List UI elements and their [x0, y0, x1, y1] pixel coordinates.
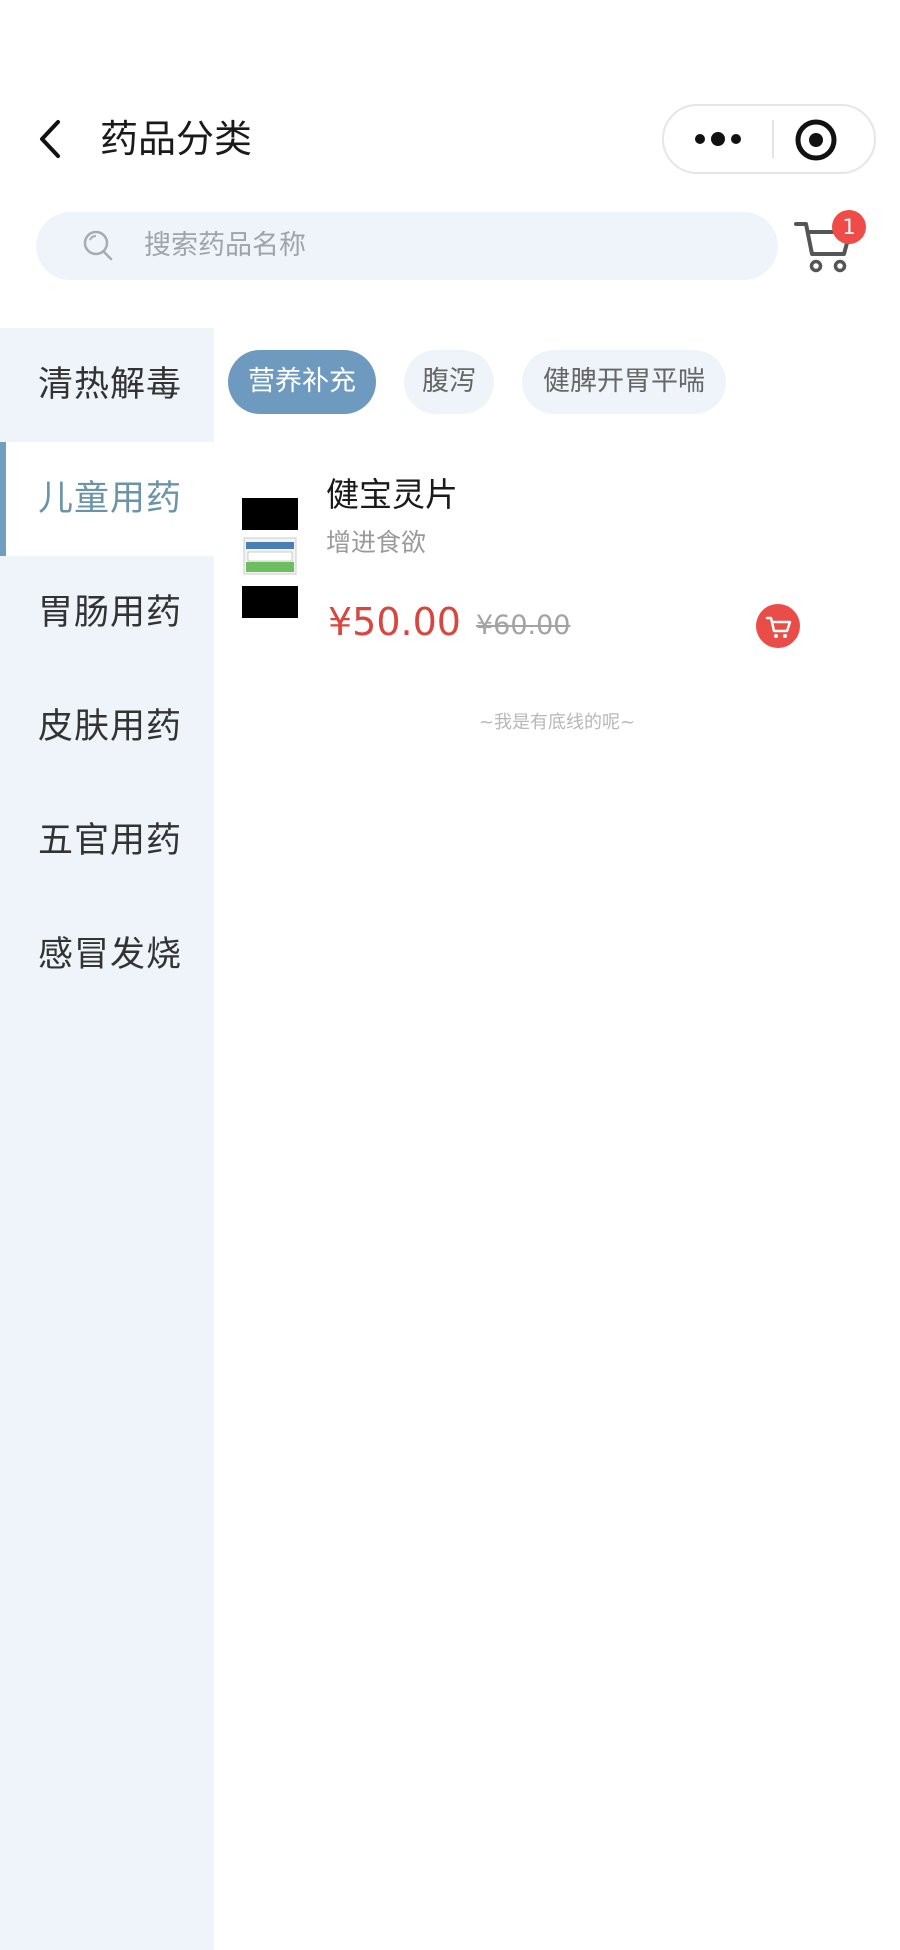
active-indicator	[0, 442, 6, 556]
product-image[interactable]	[242, 498, 298, 618]
sidebar-item-children-medicine[interactable]: 儿童用药	[0, 442, 214, 556]
target-icon[interactable]	[794, 118, 838, 162]
mini-program-capsule	[662, 104, 876, 174]
more-dots-icon[interactable]	[664, 106, 772, 172]
chip-diarrhea[interactable]: 腹泻	[404, 350, 494, 414]
sidebar-item-facial-organs[interactable]: 五官用药	[0, 784, 214, 898]
back-icon[interactable]	[30, 112, 70, 166]
cart-plus-icon	[765, 616, 792, 638]
product-name[interactable]: 健宝灵片	[326, 470, 458, 520]
search-input[interactable]: 搜索药品名称	[36, 212, 778, 280]
cart-badge: 1	[832, 210, 866, 244]
product-price: ¥50.00	[328, 600, 461, 644]
sidebar-item-skin[interactable]: 皮肤用药	[0, 670, 214, 784]
search-icon	[83, 230, 113, 261]
add-to-cart-button[interactable]	[756, 604, 800, 648]
chip-spleen-stomach[interactable]: 健脾开胃平喘	[522, 350, 726, 414]
category-sidebar: 清热解毒 儿童用药 胃肠用药 皮肤用药 五官用药 感冒发烧	[0, 328, 214, 1950]
sidebar-item-gastrointestinal[interactable]: 胃肠用药	[0, 556, 214, 670]
product-original-price: ¥60.00	[476, 610, 571, 641]
list-end-text: ~我是有底线的呢~	[478, 712, 636, 733]
chip-nutrition[interactable]: 营养补充	[228, 350, 376, 414]
page-title: 药品分类	[100, 117, 253, 161]
sidebar-item-cold-fever[interactable]: 感冒发烧	[0, 898, 214, 1012]
product-description: 增进食欲	[326, 528, 427, 557]
sidebar-item-heat-clearing[interactable]: 清热解毒	[0, 328, 214, 442]
capsule-divider	[772, 120, 774, 158]
search-placeholder: 搜索药品名称	[144, 230, 306, 261]
